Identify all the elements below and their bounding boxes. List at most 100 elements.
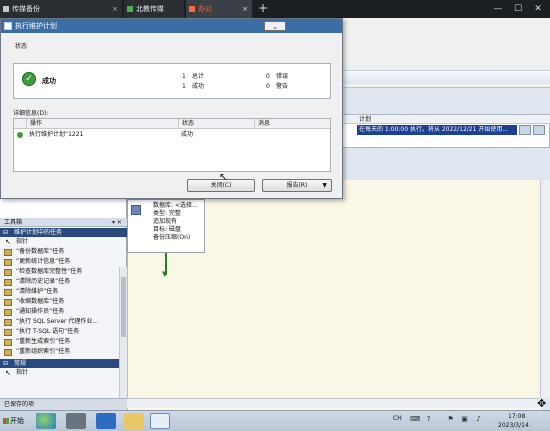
toolbox-item[interactable]: “收缩数据库”任务 [0,297,120,307]
toolbox-section-general[interactable]: ⊟ 常规 [0,359,127,368]
check-integrity-icon [4,269,12,276]
tab-favicon-icon [189,6,195,12]
minimize-button[interactable]: — [490,0,506,18]
toolbox-item-pointer[interactable]: ↖ 指针 [0,368,120,378]
error-label: 错误 [276,73,289,80]
toolbox-item[interactable]: “备份数据库”任务 [0,247,120,257]
task-node-line: 类型: 完整 [153,210,181,217]
report-button[interactable]: 报告(R) ▼ [262,179,332,192]
toolbox-title: 工具箱 [0,218,127,227]
toolbox-pane: 工具箱 ▾ ✕ ⊟ 维护计划中的任务 ↖ 指针 “备份数据库”任务 “更新统计信… [0,218,127,410]
toolbox-section-label: 常规 [14,360,27,367]
task-node-line: 追加现有 [153,218,178,225]
designer-horizontal-scrollbar[interactable] [127,398,540,408]
close-window-button[interactable]: ✕ [530,0,546,18]
report-button-label: 报告(R) [286,182,308,189]
schedule-edit-button[interactable] [519,125,531,135]
history-cleanup-icon [4,279,12,286]
toolbox-item[interactable]: “检查数据库完整性”任务 [0,267,120,277]
warning-label: 警告 [276,83,289,90]
pointer-icon: ↖ [5,369,11,377]
backup-task-node[interactable]: 数据库: <选择... 类型: 完整 追加现有 目标: 磁盘 备份压缩(On) [127,199,205,253]
toolbox-item-label: “更新统计信息”任务 [16,258,71,265]
flag-icon[interactable]: ⚑ [446,415,455,424]
toolbox-item[interactable]: “执行 SQL Server 代理作业... [0,317,120,327]
collapse-icon: ⊟ [3,229,9,236]
details-section-label: 详细信息(D): [13,110,49,117]
schedule-header: 计划 [343,115,550,124]
task-node-line: 备份压缩(On) [153,234,191,241]
toolbox-item[interactable]: “重新生成索引”任务 [0,337,120,347]
dialog-app-icon [4,22,12,30]
details-grid[interactable]: 操作 状态 消息 执行维护计划“1221 成功 [13,118,331,172]
task-node-line: 目标: 磁盘 [153,226,181,233]
browser-tab-1[interactable]: 传媒备份 × [0,0,122,18]
taskbar-explorer-icon[interactable] [124,413,144,429]
column-header-message[interactable]: 消息 [254,119,330,129]
clock-date[interactable]: 2023/3/14 [498,422,529,429]
app-toolbar [342,70,550,84]
row-action: 执行维护计划“1221 [29,131,84,138]
keyboard-icon[interactable]: ⌨ [410,415,420,424]
toolbox-item-label: 指针 [16,369,29,376]
taskbar-server-manager-icon[interactable] [66,413,86,429]
toolbox-pin-icon[interactable]: ▾ ✕ [112,218,127,227]
browser-tab-3-active[interactable]: 办公 × [186,0,252,18]
toolbox-item[interactable]: “更新统计信息”任务 [0,257,120,267]
windows-logo-icon [3,418,9,424]
toolbox-item-label: “重新组织索引”任务 [16,348,71,355]
toolbox-section-maintenance-tasks[interactable]: ⊟ 维护计划中的任务 [0,228,127,237]
table-row[interactable]: 执行维护计划“1221 成功 [14,130,330,140]
subplan-schedule-grid: 计划 在每天的 1:00:00 执行。将从 2022/12/21 开始使用... [342,114,550,148]
toolbox-item-label: “收缩数据库”任务 [16,298,65,305]
designer-vertical-scrollbar[interactable] [540,180,550,398]
backup-database-icon [4,249,12,256]
success-dot-icon [17,132,23,138]
reorganize-index-icon [4,349,12,356]
tsql-statement-icon [4,329,12,336]
toolbox-item[interactable]: “清除维护”任务 [0,287,120,297]
clock-time[interactable]: 17:08 [508,413,525,420]
toolbox-item[interactable]: “清除历史记录”任务 [0,277,120,287]
toolbox-item-label: “重新生成索引”任务 [16,338,71,345]
new-tab-button[interactable]: + [256,0,270,18]
start-button[interactable]: 开始 [1,412,29,430]
success-count: 1 [182,83,186,90]
maximize-button[interactable]: ☐ [510,0,526,18]
language-indicator[interactable]: CH [393,415,402,422]
tab-label: 传媒备份 [12,5,40,13]
browser-tab-2[interactable]: 北教传媒 [124,0,184,18]
mouse-cursor-icon: ↖ [219,172,228,183]
column-header-action[interactable]: 操作 [26,119,178,129]
column-header-status[interactable]: 状态 [178,119,254,129]
total-count: 1 [182,73,186,80]
task-node-line: 数据库: <选择... [153,202,198,209]
schedule-row[interactable]: 在每天的 1:00:00 执行。将从 2022/12/21 开始使用... [357,125,517,135]
volume-icon[interactable]: ♪ [474,415,483,424]
notify-operator-icon [4,309,12,316]
toolbox-item[interactable]: “执行 T-SQL 语句”任务 [0,327,120,337]
warning-count: 0 [266,83,270,90]
backup-task-icon [131,205,141,215]
maintenance-cleanup-icon [4,289,12,296]
toolbox-item-label: “执行 SQL Server 代理作业... [16,318,99,325]
toolbox-scrollbar-thumb[interactable] [121,277,126,337]
toolbox-item-label: “清除维护”任务 [16,288,59,295]
taskbar-powershell-icon[interactable] [96,413,116,429]
tab-close-icon[interactable]: × [242,0,248,18]
help-icon[interactable]: ? [424,415,433,424]
network-icon[interactable]: ▣ [460,415,469,424]
dialog-title: 执行维护计划 [1,19,342,33]
schedule-remove-button[interactable] [533,125,545,135]
taskbar-ssms-icon[interactable] [150,413,170,429]
collapse-icon: ⊟ [3,360,9,367]
tab-label: 办公 [198,5,212,13]
tab-close-icon[interactable]: × [112,0,118,18]
taskbar-app-icon[interactable] [36,413,56,429]
toolbox-scrollbar[interactable] [119,267,127,407]
chevron-down-icon[interactable]: ⌄ [264,21,286,31]
toolbox-item-pointer[interactable]: ↖ 指针 [0,237,120,247]
toolbox-section-label: 维护计划中的任务 [14,229,63,236]
toolbox-item[interactable]: “重新组织索引”任务 [0,347,120,357]
toolbox-item[interactable]: “通知操作员”任务 [0,307,120,317]
